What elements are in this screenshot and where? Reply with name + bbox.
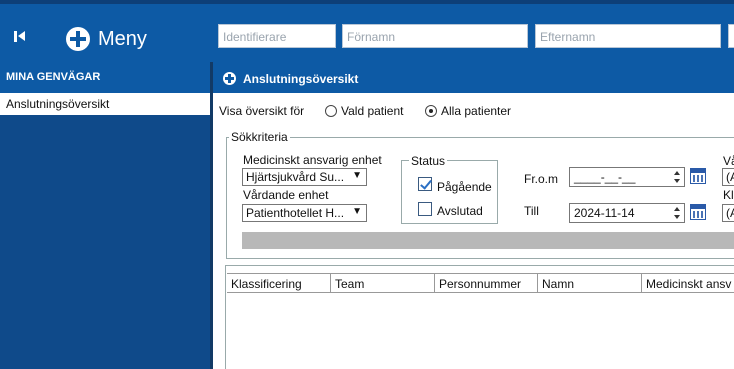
- checkbox-avslutad-label[interactable]: Avslutad: [437, 204, 483, 218]
- from-date-value: ____-__-__: [574, 170, 636, 184]
- search-criteria-legend: Sökkriteria: [229, 130, 290, 144]
- cut-select-2-value: (A: [726, 206, 734, 220]
- spinner-icon[interactable]: [674, 171, 681, 183]
- main-content: Visa översikt för Vald patient Alla pati…: [213, 93, 734, 369]
- radio-alla-patienter-label[interactable]: Alla patienter: [441, 104, 511, 118]
- cut-select-2[interactable]: (A: [722, 204, 734, 222]
- from-date-label: Fr.o.m: [524, 172, 559, 186]
- plus-circle-icon: [66, 27, 90, 51]
- menu-label: Meny: [98, 27, 147, 50]
- sidebar-item-anslutningsoversikt[interactable]: Anslutningsöversikt: [0, 93, 210, 115]
- medical-unit-label: Medicinskt ansvarig enhet: [243, 153, 382, 167]
- plus-circle-icon: [223, 72, 236, 85]
- menu-button[interactable]: Meny: [66, 26, 147, 52]
- checkbox-pagaende[interactable]: [418, 177, 432, 191]
- sidebar-header: MINA GENVÄGAR: [0, 62, 210, 93]
- column-personnummer[interactable]: Personnummer: [435, 273, 538, 293]
- from-date-input[interactable]: ____-__-__: [569, 167, 685, 187]
- cut-label-2: Kl: [723, 188, 734, 202]
- column-team[interactable]: Team: [331, 273, 435, 293]
- column-medicinskt-ansvarig[interactable]: Medicinskt ansv: [642, 273, 734, 293]
- radio-vald-patient[interactable]: [325, 105, 337, 117]
- last-name-input[interactable]: Efternamn: [535, 24, 721, 48]
- medical-unit-select[interactable]: Hjärtsjukvård Su... ▼: [242, 168, 367, 186]
- overview-label: Visa översikt för: [219, 104, 305, 118]
- radio-alla-patienter[interactable]: [425, 105, 437, 117]
- to-date-label: Till: [524, 204, 539, 218]
- checkbox-avslutad[interactable]: [418, 202, 432, 216]
- first-name-input[interactable]: Förnamn: [342, 24, 528, 48]
- care-unit-select[interactable]: Patienthotellet H... ▼: [242, 204, 367, 222]
- search-bar-strip[interactable]: [242, 232, 734, 249]
- cut-select-1-value: (A: [726, 170, 734, 184]
- spinner-icon[interactable]: [674, 207, 681, 219]
- panel-title: Anslutningsöversikt: [243, 72, 359, 86]
- column-namn[interactable]: Namn: [538, 273, 642, 293]
- radio-vald-patient-label[interactable]: Vald patient: [341, 104, 404, 118]
- identifier-input[interactable]: Identifierare: [218, 24, 336, 48]
- cut-label-1: Vå: [723, 154, 734, 168]
- care-unit-label: Vårdande enhet: [243, 188, 329, 202]
- to-date-value: 2024-11-14: [574, 206, 635, 220]
- search-input-extra[interactable]: [728, 24, 734, 48]
- checkbox-pagaende-label[interactable]: Pågående: [437, 180, 492, 194]
- dropdown-arrow-icon: ▼: [352, 170, 362, 181]
- dropdown-arrow-icon: ▼: [352, 206, 362, 217]
- medical-unit-value: Hjärtsjukvård Su...: [246, 170, 345, 184]
- to-date-input[interactable]: 2024-11-14: [569, 203, 685, 223]
- cut-select-1[interactable]: (A: [722, 168, 734, 186]
- column-klassificering[interactable]: Klassificering: [227, 273, 331, 293]
- calendar-icon[interactable]: [690, 204, 706, 220]
- collapse-sidebar-icon[interactable]: [14, 30, 28, 44]
- care-unit-value: Patienthotellet H...: [246, 206, 345, 220]
- sidebar: MINA GENVÄGAR Anslutningsöversikt: [0, 62, 210, 369]
- panel-header: Anslutningsöversikt: [213, 62, 734, 93]
- status-legend: Status: [409, 154, 448, 168]
- calendar-icon[interactable]: [690, 168, 706, 184]
